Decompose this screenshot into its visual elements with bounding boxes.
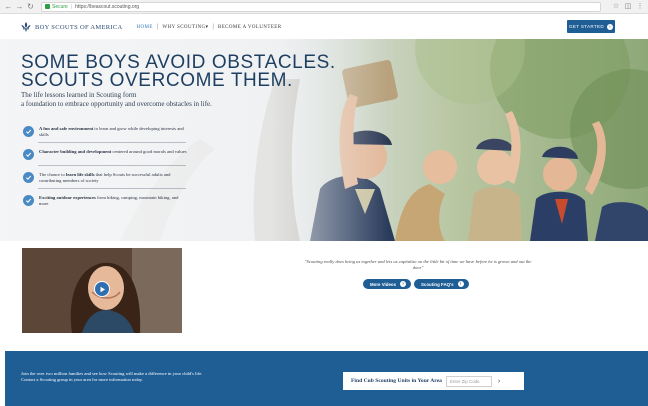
nav-home[interactable]: HOME (137, 25, 153, 30)
feature-pre: The chance to (39, 172, 66, 177)
hero-subhead-line-2: a foundation to embrace opportunity and … (21, 100, 212, 108)
feature-text: A fun and safe environment to learn and … (39, 126, 188, 137)
zip-code-input[interactable]: Enter Zip Code (445, 375, 492, 387)
menu-icon[interactable]: ⋮ (636, 3, 644, 11)
get-started-label: GET STARTED (569, 24, 604, 29)
site-header: BOY SCOUTS OF AMERICA HOME | WHY SCOUTIN… (0, 15, 648, 39)
nav-divider: | (156, 24, 159, 30)
hero-banner: SOME BOYS AVOID OBSTACLES. SCOUTS OVERCO… (0, 39, 648, 241)
hero-headline-line-2: SCOUTS OVERCOME THEM. (21, 70, 293, 91)
feature-bold: Exciting outdoor experiences (39, 195, 96, 200)
forward-icon[interactable]: → (15, 2, 24, 11)
check-icon (23, 149, 34, 160)
url-text[interactable]: https://beascout.scouting.org (75, 4, 139, 10)
check-icon (23, 126, 34, 137)
nav-why-scouting-label: WHY SCOUTING (162, 25, 206, 30)
band-text: Join the over two million families and s… (21, 371, 203, 382)
check-icon (23, 195, 34, 206)
back-icon[interactable]: ← (4, 2, 13, 11)
feature-item: Character building and development cente… (23, 149, 188, 160)
address-bar[interactable]: Secure | https://beascout.scouting.org (41, 1, 601, 12)
site-logo-text[interactable]: BOY SCOUTS OF AMERICA (35, 24, 123, 31)
chevron-right-icon[interactable]: › (494, 376, 504, 387)
feature-divider (38, 165, 186, 166)
feature-bold: learn life skills (65, 172, 95, 177)
scouting-faqs-button[interactable]: Scouting FAQ's › (414, 279, 469, 289)
feature-item: Exciting outdoor experiences from hiking… (23, 195, 188, 206)
hero-subhead: The life lessons learned in Scouting for… (21, 91, 271, 109)
feature-divider (38, 188, 186, 189)
nav-why-scouting[interactable]: WHY SCOUTING▾ (162, 24, 208, 30)
star-icon[interactable]: ☆ (612, 3, 620, 11)
reload-icon[interactable]: ↻ (26, 2, 35, 11)
chevron-down-icon: ▾ (205, 25, 209, 30)
get-started-button[interactable]: GET STARTED › (567, 20, 615, 33)
feature-bold: A fun and safe environment (39, 126, 94, 131)
arrow-right-icon: › (400, 281, 407, 287)
feature-divider (38, 142, 186, 143)
hero-headline: SOME BOYS AVOID OBSTACLES. SCOUTS OVERCO… (21, 53, 336, 91)
arrow-right-icon: › (457, 281, 464, 287)
lock-icon (45, 4, 50, 9)
check-icon (23, 172, 34, 183)
unit-finder: Find Cub Scouting Units in Your Area Ent… (343, 372, 524, 390)
more-videos-button[interactable]: More Videos › (363, 279, 411, 289)
feature-item: A fun and safe environment to learn and … (23, 126, 188, 137)
play-button[interactable] (94, 281, 110, 297)
testimonial-quote: "Scouting really does bring us together … (304, 259, 532, 270)
play-icon (100, 286, 105, 292)
browser-toolbar: ← → ↻ Secure | https://beascout.scouting… (0, 0, 648, 14)
feature-text: Exciting outdoor experiences from hiking… (39, 195, 188, 206)
more-videos-label: More Videos (370, 281, 397, 287)
arrow-right-icon: › (606, 23, 613, 30)
secure-label: Secure (52, 3, 68, 10)
address-separator: | (70, 3, 73, 10)
extension-icon[interactable]: ◫ (624, 3, 632, 11)
video-player[interactable] (22, 248, 182, 333)
hero-subhead-line-1: The life lessons learned in Scouting for… (21, 91, 137, 99)
fleur-de-lis-icon[interactable] (20, 21, 32, 33)
finder-label: Find Cub Scouting Units in Your Area (351, 378, 442, 384)
feature-text: The chance to learn life skills that hel… (39, 172, 188, 183)
feature-text: Character building and development cente… (39, 149, 187, 155)
scouting-faqs-label: Scouting FAQ's (421, 281, 454, 287)
feature-bold: Character building and development (39, 149, 112, 154)
feature-rest: centered around good morals and values (111, 149, 187, 154)
feature-item: The chance to learn life skills that hel… (23, 172, 188, 183)
nav-become-volunteer[interactable]: BECOME A VOLUNTEER (218, 25, 282, 30)
nav-divider: | (212, 24, 214, 30)
